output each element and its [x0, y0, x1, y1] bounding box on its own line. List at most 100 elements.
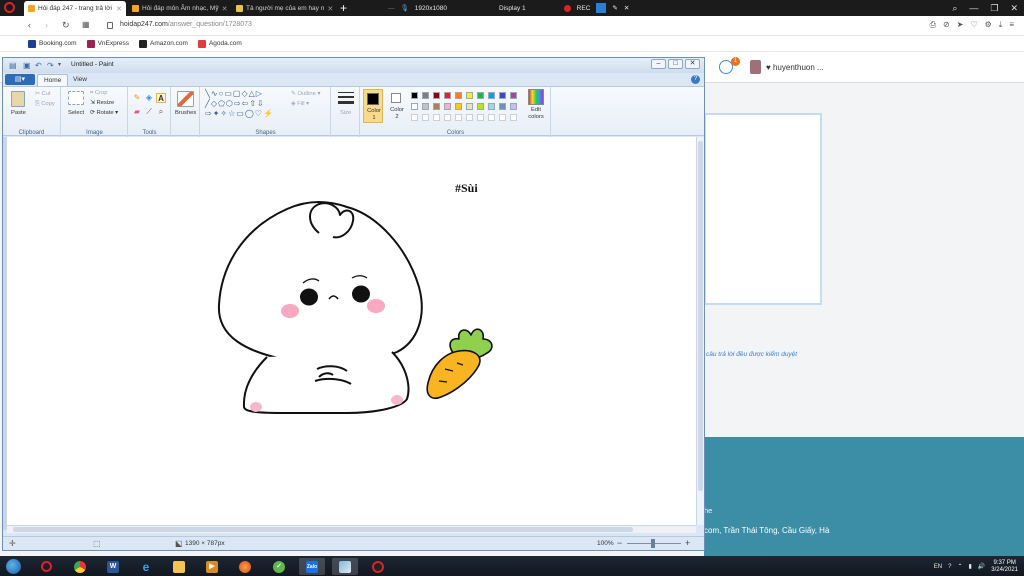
- browser-tab-3[interactable]: Tả người mẹ của em hay n ✕: [232, 1, 336, 16]
- zoom-out-button[interactable]: −: [617, 538, 622, 548]
- heart-icon[interactable]: ♡: [970, 20, 977, 30]
- horizontal-scrollbar[interactable]: [7, 525, 696, 533]
- magnifier-icon[interactable]: ⌕: [156, 107, 166, 117]
- cut-button[interactable]: ✂ Cut: [35, 91, 51, 97]
- bookmark-amazon[interactable]: Amazon.com: [139, 39, 188, 48]
- palette-color-swatch[interactable]: [477, 103, 484, 110]
- browser-tab-1[interactable]: Hỏi đáp 247 - trang trả lời ✕: [24, 1, 126, 16]
- avatar[interactable]: [750, 60, 761, 74]
- palette-color-swatch[interactable]: [488, 92, 495, 99]
- settings-icon[interactable]: ⚙: [985, 20, 992, 30]
- eraser-icon[interactable]: ▰: [132, 107, 142, 117]
- back-icon[interactable]: ‹: [28, 20, 31, 30]
- paste-button[interactable]: Paste: [11, 110, 26, 116]
- palette-color-swatch[interactable]: [499, 103, 506, 110]
- text-tool-icon[interactable]: A: [156, 93, 166, 103]
- color1-selector[interactable]: Color 1: [363, 89, 383, 123]
- taskbar-greenshot[interactable]: ✓: [266, 558, 292, 575]
- help-icon[interactable]: ?: [691, 75, 700, 84]
- palette-color-swatch[interactable]: [422, 103, 429, 110]
- edit-colors-button[interactable]: Edit colors: [525, 107, 547, 121]
- mic-icon[interactable]: 🎙: [401, 4, 409, 12]
- palette-color-swatch[interactable]: [444, 92, 451, 99]
- username-link[interactable]: ♥ huyenthuon ...: [766, 63, 824, 72]
- forward-icon[interactable]: ›: [45, 20, 48, 30]
- maximize-icon[interactable]: ❐: [990, 3, 998, 14]
- search-tabs-icon[interactable]: ⌕: [952, 3, 957, 14]
- taskbar-chrome[interactable]: [67, 558, 93, 575]
- file-menu-button[interactable]: ▤▾: [5, 74, 35, 85]
- palette-color-swatch[interactable]: [455, 92, 462, 99]
- customize-toolbar-icon[interactable]: ▾: [58, 61, 61, 68]
- vertical-scroll-thumb[interactable]: [698, 141, 703, 491]
- bookmark-vnexpress[interactable]: VnExpress: [86, 39, 129, 48]
- taskbar-paint[interactable]: [332, 558, 358, 575]
- recorder-resolution[interactable]: 1920x1080: [415, 5, 447, 12]
- palette-color-swatch[interactable]: [510, 103, 517, 110]
- palette-color-swatch[interactable]: [466, 103, 473, 110]
- palette-color-swatch[interactable]: [466, 92, 473, 99]
- paint-maximize-icon[interactable]: □: [668, 59, 683, 69]
- color-picker-icon[interactable]: ⟋: [144, 107, 154, 117]
- palette-color-swatch[interactable]: [411, 103, 418, 110]
- edit-colors-icon[interactable]: [528, 89, 544, 105]
- block-icon[interactable]: ⊘: [943, 20, 950, 30]
- taskbar-internet-explorer[interactable]: e: [133, 558, 159, 575]
- tab-home[interactable]: Home: [37, 74, 69, 86]
- taskbar-file-explorer[interactable]: [166, 558, 192, 575]
- custom-color-slot[interactable]: [455, 114, 462, 121]
- close-tab-icon[interactable]: ✕: [116, 5, 122, 13]
- taskbar-media-player[interactable]: ▶: [199, 558, 225, 575]
- fill-button[interactable]: ◈ Fill ▾: [291, 101, 309, 107]
- outline-button[interactable]: ✎ Outline ▾: [291, 91, 320, 97]
- undo-icon[interactable]: ↶: [35, 61, 42, 70]
- custom-color-slot[interactable]: [433, 114, 440, 121]
- taskbar-opera[interactable]: [33, 558, 59, 575]
- close-recorder-icon[interactable]: ✕: [624, 4, 629, 12]
- palette-color-swatch[interactable]: [488, 103, 495, 110]
- custom-color-slot[interactable]: [466, 114, 473, 121]
- taskbar-zalo[interactable]: Zalo: [299, 558, 325, 575]
- download-icon[interactable]: ⤓: [999, 20, 1003, 30]
- taskbar-recorder[interactable]: [365, 558, 391, 575]
- language-indicator[interactable]: EN: [934, 564, 942, 570]
- crop-button[interactable]: ⌗ Crop: [90, 90, 107, 97]
- pencil-icon[interactable]: ✎: [132, 93, 142, 103]
- zoom-in-button[interactable]: +: [685, 538, 690, 548]
- lock-icon[interactable]: [107, 22, 113, 29]
- close-tab-icon[interactable]: ✕: [222, 5, 228, 13]
- speed-dial-icon[interactable]: ▦: [82, 20, 90, 29]
- palette-color-swatch[interactable]: [433, 103, 440, 110]
- recorder-display[interactable]: Display 1: [499, 5, 526, 12]
- paste-icon[interactable]: [11, 91, 25, 107]
- rotate-button[interactable]: ⟳ Rotate ▾: [90, 110, 118, 116]
- drawing-canvas[interactable]: #Sùi: [7, 137, 696, 526]
- volume-icon[interactable]: 🔊: [978, 563, 985, 570]
- palette-color-swatch[interactable]: [444, 103, 451, 110]
- send-icon[interactable]: ➤: [957, 20, 964, 30]
- reload-icon[interactable]: ↻: [62, 20, 70, 31]
- custom-color-slot[interactable]: [411, 114, 418, 121]
- custom-color-slot[interactable]: [499, 114, 506, 121]
- pen-icon[interactable]: ✎: [612, 4, 617, 12]
- tray-overflow-icon[interactable]: ⌃: [957, 563, 962, 570]
- close-icon[interactable]: ✕: [1010, 3, 1018, 14]
- taskbar-firefox[interactable]: [232, 558, 258, 575]
- palette-color-swatch[interactable]: [433, 92, 440, 99]
- bookmark-agoda[interactable]: Agoda.com: [197, 39, 242, 48]
- fill-bucket-icon[interactable]: ◈: [144, 93, 154, 103]
- clock[interactable]: 9:37 PM 3/24/2021: [991, 560, 1018, 574]
- redo-icon[interactable]: ↷: [47, 61, 54, 70]
- palette-color-swatch[interactable]: [411, 92, 418, 99]
- close-tab-icon[interactable]: ✕: [327, 5, 333, 13]
- size-button[interactable]: Size: [340, 110, 351, 116]
- custom-color-slot[interactable]: [422, 114, 429, 121]
- shapes-gallery[interactable]: ╲∿○▭▢◇△▷ ╱◇⬠⬡⇨⇦⇧⇩ ⇨✦✧☆▭◯♡⚡: [205, 89, 274, 119]
- menu-icon[interactable]: ≡: [1009, 20, 1014, 30]
- brush-icon[interactable]: [177, 91, 194, 107]
- palette-color-swatch[interactable]: [499, 92, 506, 99]
- custom-color-slot[interactable]: [477, 114, 484, 121]
- start-button[interactable]: [6, 559, 21, 574]
- palette-color-swatch[interactable]: [477, 92, 484, 99]
- bookmark-booking[interactable]: Booking.com: [28, 39, 77, 48]
